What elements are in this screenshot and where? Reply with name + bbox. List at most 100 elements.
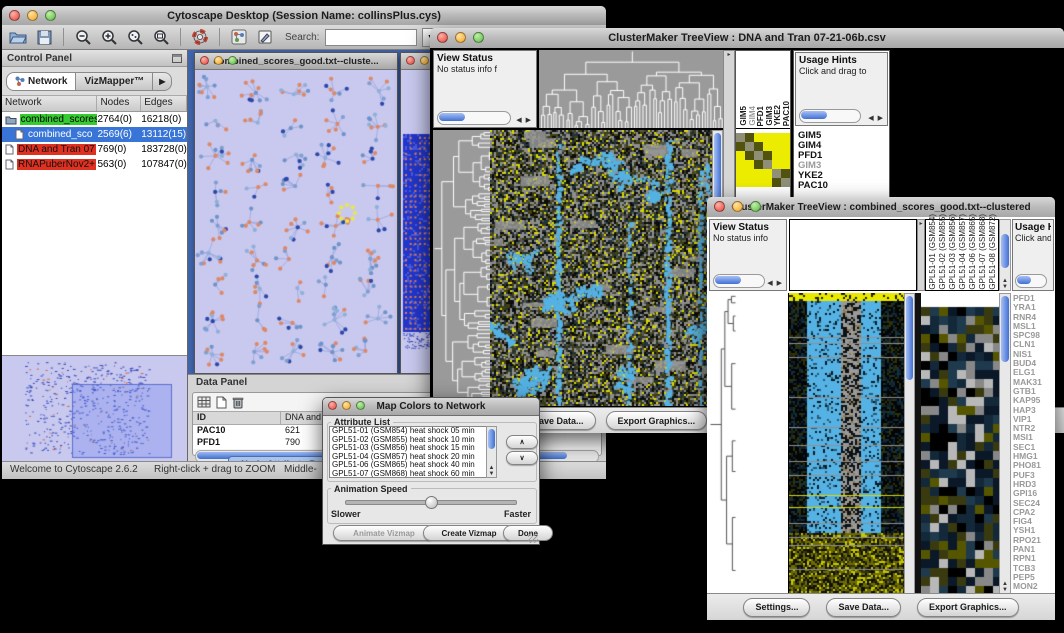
minimize-button[interactable]	[732, 201, 743, 212]
gene-name[interactable]: MAK31	[1013, 378, 1054, 387]
minimize-button[interactable]	[214, 56, 223, 65]
gene-name[interactable]: NTR2	[1013, 424, 1054, 433]
gene-name[interactable]: PFD1	[1013, 294, 1054, 303]
move-up-button[interactable]: ∧	[506, 435, 538, 449]
gene-name[interactable]: MSL1	[1013, 322, 1054, 331]
scroll-arrows[interactable]: ◀ ▶	[767, 279, 783, 287]
row-dendrogram[interactable]	[433, 130, 490, 406]
column-id[interactable]: ID	[193, 412, 281, 424]
tab-network[interactable]: Network	[6, 72, 76, 91]
zoom-button[interactable]	[45, 10, 56, 21]
search-input[interactable]	[325, 29, 417, 46]
treeview1-titlebar[interactable]: ClusterMaker TreeView : DNA and Tran 07-…	[430, 28, 1064, 49]
zoom-button[interactable]	[228, 56, 237, 65]
heatmap-vscrollbar[interactable]	[904, 293, 915, 594]
gene-name[interactable]: FIG4	[1013, 517, 1054, 526]
gene-name[interactable]: HAP3	[1013, 406, 1054, 415]
float-panel-icon[interactable]	[172, 54, 182, 63]
minimize-button[interactable]	[342, 401, 351, 410]
tab-vizmapper[interactable]: VizMapper™	[76, 72, 153, 91]
pane-divider[interactable]: ▸	[917, 219, 925, 291]
column-label[interactable]: GIM4	[748, 106, 757, 126]
column-label[interactable]: GPL51-06 (GSM865)	[968, 214, 978, 290]
create-vizmap-button[interactable]: Create Vizmap	[423, 525, 515, 541]
gene-name[interactable]: GIM3	[798, 161, 828, 171]
new-attribute-icon[interactable]	[216, 396, 227, 409]
network-overview-icon[interactable]	[229, 28, 249, 47]
zoom-button[interactable]	[356, 401, 365, 410]
column-network[interactable]: Network	[2, 96, 97, 111]
gene-name[interactable]: PHO81	[1013, 461, 1054, 470]
attribute-list-vscrollbar[interactable]: ▲▼	[486, 426, 497, 478]
gene-name[interactable]: TCB3	[1013, 564, 1054, 573]
gene-name[interactable]: SPC98	[1013, 331, 1054, 340]
treeview2-button[interactable]: Settings...	[743, 598, 810, 617]
gene-name[interactable]: RNR4	[1013, 313, 1054, 322]
gene-name[interactable]: SEC1	[1013, 443, 1054, 452]
scroll-arrows[interactable]: ◀ ▶	[868, 114, 884, 122]
column-label[interactable]: YKE2	[773, 105, 782, 126]
minimize-button[interactable]	[455, 32, 466, 43]
labels-vscrollbar[interactable]: ▲▼	[999, 219, 1011, 291]
zoom-in-icon[interactable]	[99, 28, 119, 47]
close-button[interactable]	[9, 10, 20, 21]
delete-attribute-trash-icon[interactable]	[232, 396, 244, 409]
close-button[interactable]	[200, 56, 209, 65]
attribute-option[interactable]: GPL51-07 (GSM868) heat shock 60 min	[332, 470, 496, 478]
zoom-fit-icon[interactable]	[151, 28, 171, 47]
minimize-button[interactable]	[420, 56, 429, 65]
close-button[interactable]	[328, 401, 337, 410]
gene-name[interactable]: KAP95	[1013, 396, 1054, 405]
network-canvas[interactable]	[195, 70, 395, 372]
move-down-button[interactable]: ∨	[506, 451, 538, 465]
gene-name[interactable]: RPN1	[1013, 554, 1054, 563]
attribute-select-icon[interactable]	[197, 396, 211, 408]
gene-name[interactable]: BUD4	[1013, 359, 1054, 368]
gene-name[interactable]: YRA1	[1013, 303, 1054, 312]
save-button[interactable]	[34, 28, 54, 47]
close-button[interactable]	[406, 56, 415, 65]
gene-name[interactable]: PAC10	[798, 181, 828, 191]
scroll-arrows[interactable]: ◀ ▶	[516, 116, 532, 124]
usage-hints-hscrollbar[interactable]	[1015, 274, 1047, 288]
gene-name[interactable]: YKE2	[798, 171, 828, 181]
network-row[interactable]: combined_sco 2569(6) 13112(15)	[2, 127, 187, 142]
column-label[interactable]: GPL51-01 (GSM854)	[928, 214, 938, 290]
row-dendrogram[interactable]	[709, 293, 787, 594]
zoom-button[interactable]	[473, 32, 484, 43]
gene-name[interactable]: GIM5	[798, 131, 828, 141]
main-titlebar[interactable]: Cytoscape Desktop (Session Name: collins…	[2, 6, 606, 26]
secondary-heatmap-canvas[interactable]	[921, 293, 999, 594]
column-label[interactable]: PFD1	[756, 106, 765, 126]
summary-heatmap[interactable]	[736, 133, 790, 187]
slider-thumb[interactable]	[425, 496, 438, 509]
open-file-button[interactable]	[8, 28, 28, 47]
column-label[interactable]: PAC10	[782, 101, 791, 126]
gene-name[interactable]: SEC24	[1013, 499, 1054, 508]
gene-name[interactable]: RPO21	[1013, 536, 1054, 545]
network-row[interactable]: combined_scores 2764(0) 16218(0)	[2, 112, 187, 127]
network-row[interactable]: RNAPuberNov2+ 563(0) 107847(0)	[2, 157, 187, 172]
gene-name[interactable]: CLN1	[1013, 340, 1054, 349]
annotation-icon[interactable]	[255, 28, 275, 47]
gene-name[interactable]: PEP5	[1013, 573, 1054, 582]
view-status-hscrollbar[interactable]	[713, 274, 765, 288]
gene-name[interactable]: GPI16	[1013, 489, 1054, 498]
animate-vizmap-button[interactable]: Animate Vizmap	[333, 525, 435, 541]
gene-name[interactable]: VIP1	[1013, 415, 1054, 424]
birdseye-canvas[interactable]	[2, 356, 186, 461]
column-nodes[interactable]: Nodes	[97, 96, 141, 111]
genelist-vscrollbar[interactable]: ▲▼	[999, 293, 1011, 594]
gene-name[interactable]: ELG1	[1013, 368, 1054, 377]
gene-name[interactable]: YSH1	[1013, 526, 1054, 535]
column-label[interactable]: GPL51-02 (GSM855)	[938, 214, 948, 290]
network-view-titlebar[interactable]: combined_scores_good.txt--cluste...	[195, 53, 397, 70]
column-dendrogram-area[interactable]	[789, 219, 917, 291]
gene-name[interactable]: HRD3	[1013, 480, 1054, 489]
close-button[interactable]	[437, 32, 448, 43]
gene-name[interactable]: NIS1	[1013, 350, 1054, 359]
gene-name[interactable]: MON2	[1013, 582, 1054, 591]
column-label[interactable]: GPL51-04 (GSM857)	[958, 214, 968, 290]
gene-name[interactable]: PFD1	[798, 151, 828, 161]
birdseye-view[interactable]	[2, 355, 187, 462]
